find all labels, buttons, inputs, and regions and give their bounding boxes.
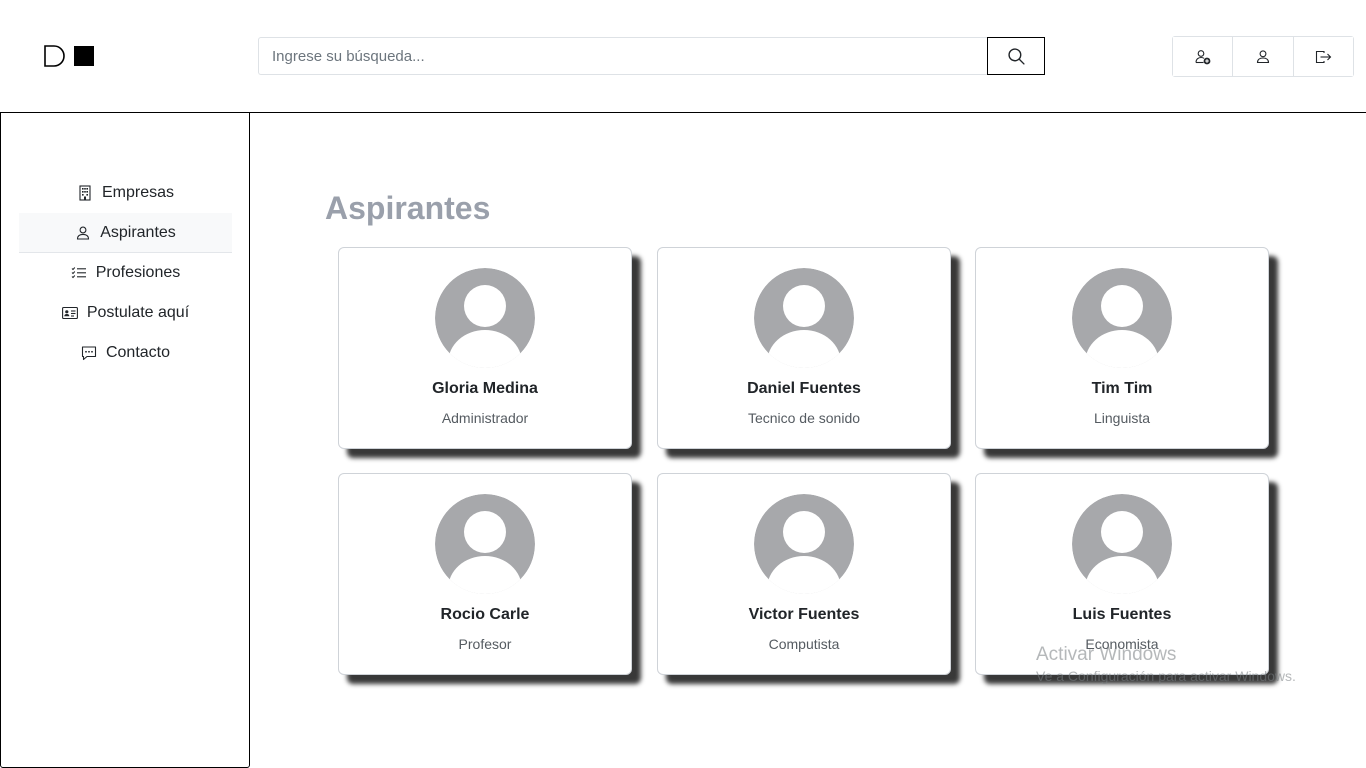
- top-header: [0, 0, 1366, 113]
- sidebar-item-label: Empresas: [101, 184, 175, 201]
- aspirant-name: Tim Tim: [1091, 380, 1153, 397]
- user-icon: [1256, 49, 1270, 63]
- sidebar-item-label: Contacto: [105, 344, 171, 361]
- chat-icon: [81, 345, 97, 361]
- avatar-placeholder-icon: [435, 268, 535, 368]
- avatar-placeholder-icon: [435, 494, 535, 594]
- search-icon: [1007, 47, 1025, 65]
- sidebar-item-label: Aspirantes: [100, 223, 176, 241]
- list-icon: [71, 265, 87, 281]
- avatar-placeholder-icon: [754, 268, 854, 368]
- aspirant-card[interactable]: Daniel Fuentes Tecnico de sonido: [657, 247, 951, 449]
- aspirant-role: Administrador: [441, 410, 529, 426]
- logout-icon: [1315, 50, 1332, 63]
- sidebar-item-contacto[interactable]: Contacto: [19, 333, 232, 373]
- logout-button[interactable]: [1293, 37, 1353, 76]
- avatar-placeholder-icon: [1072, 268, 1172, 368]
- aspirant-name: Victor Fuentes: [748, 606, 860, 623]
- sidebar-item-empresas[interactable]: Empresas: [19, 173, 232, 213]
- aspirant-name: Luis Fuentes: [1072, 606, 1172, 623]
- search-button[interactable]: [987, 37, 1045, 75]
- avatar-placeholder-icon: [754, 494, 854, 594]
- aspirant-role: Tecnico de sonido: [747, 410, 861, 426]
- search-input[interactable]: [258, 37, 987, 75]
- aspirant-role: Linguista: [1093, 410, 1151, 426]
- sidebar-nav: Empresas Aspirantes Profesiones Postulat…: [19, 173, 232, 373]
- logo[interactable]: [44, 45, 96, 67]
- profile-button[interactable]: [1233, 37, 1294, 76]
- sidebar: Empresas Aspirantes Profesiones Postulat…: [0, 112, 250, 768]
- search-bar: [258, 37, 1045, 75]
- header-actions: [1172, 36, 1354, 77]
- sidebar-item-postulate[interactable]: Postulate aquí: [19, 293, 232, 333]
- add-user-icon: [1195, 49, 1211, 64]
- id-card-icon: [61, 305, 78, 321]
- aspirant-name: Rocio Carle: [440, 606, 530, 623]
- sidebar-item-profesiones[interactable]: Profesiones: [19, 253, 232, 293]
- aspirant-card[interactable]: Rocio Carle Profesor: [338, 473, 632, 675]
- avatar-placeholder-icon: [1072, 494, 1172, 594]
- add-user-button[interactable]: [1173, 37, 1234, 76]
- sidebar-item-aspirantes[interactable]: Aspirantes: [19, 213, 232, 253]
- aspirant-name: Gloria Medina: [432, 380, 538, 397]
- aspirant-card[interactable]: Gloria Medina Administrador: [338, 247, 632, 449]
- page-title: Aspirantes: [325, 190, 491, 226]
- aspirant-role: Computista: [768, 636, 840, 652]
- aspirant-card[interactable]: Victor Fuentes Computista: [657, 473, 951, 675]
- sidebar-item-label: Profesiones: [95, 264, 181, 281]
- aspirant-card[interactable]: Tim Tim Linguista: [975, 247, 1269, 449]
- aspirant-name: Daniel Fuentes: [747, 380, 861, 397]
- person-icon: [75, 225, 91, 241]
- activation-watermark-subtitle: Ve a Configuración para activar Windows.: [1036, 668, 1296, 684]
- aspirant-role: Profesor: [458, 636, 512, 652]
- activation-watermark-title: Activar Windows: [1036, 644, 1177, 665]
- sidebar-item-label: Postulate aquí: [86, 304, 190, 321]
- building-icon: [77, 185, 93, 201]
